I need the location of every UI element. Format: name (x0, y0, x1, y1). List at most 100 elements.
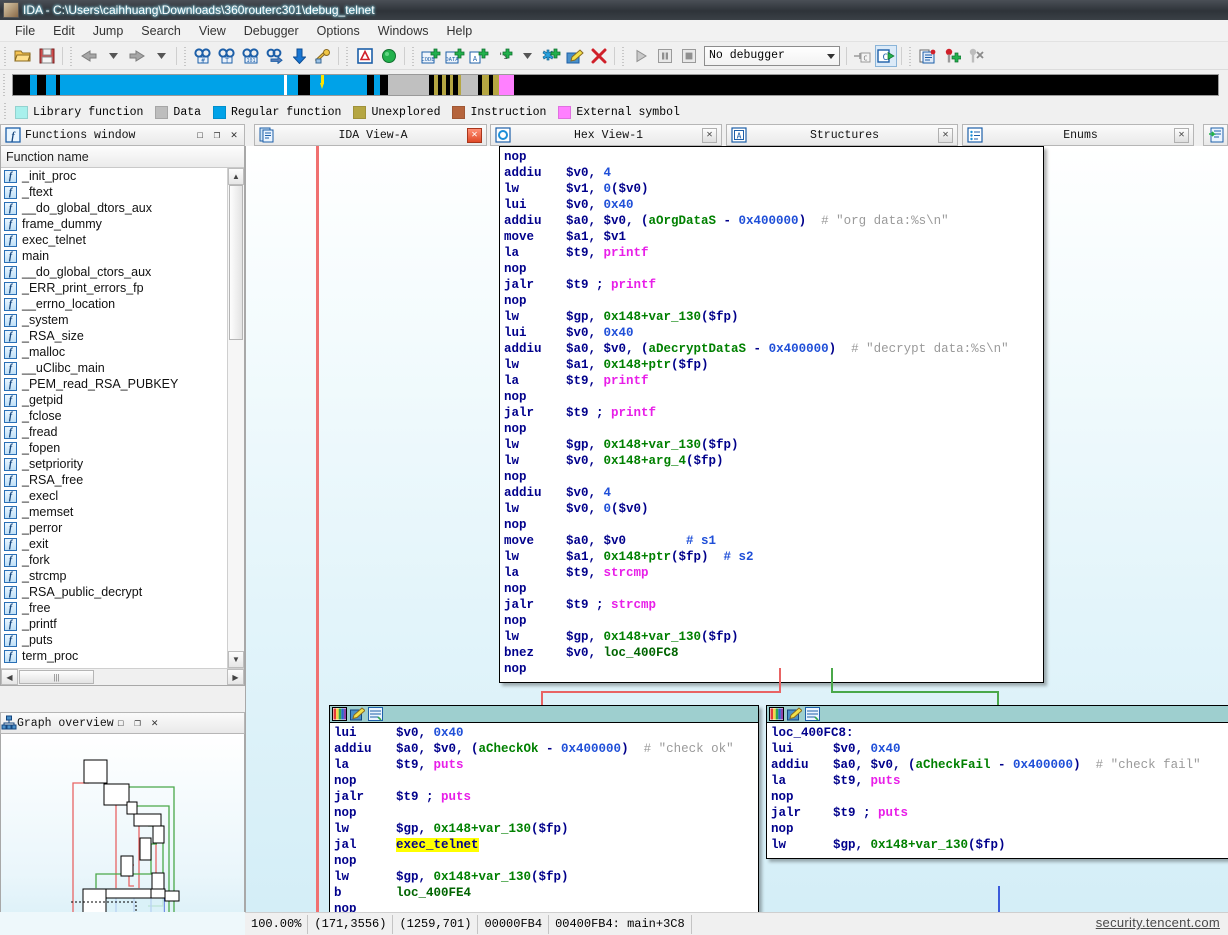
function-list-item[interactable]: f_RSA_free (1, 472, 229, 488)
function-list-item[interactable]: f_setpriority (1, 456, 229, 472)
delete-icon[interactable] (588, 45, 610, 67)
node-titlebar-check-ok[interactable] (330, 706, 758, 723)
run-to-cursor-icon[interactable]: C (875, 45, 897, 67)
tab-hex-view-1[interactable]: Hex View-1 ✕ (490, 124, 722, 146)
close-icon[interactable]: ✕ (702, 128, 717, 143)
function-list-item[interactable]: f_fork (1, 552, 229, 568)
function-list-item[interactable]: f_free (1, 600, 229, 616)
panel-header-functions[interactable]: f Functions window ☐ ❐ ✕ (0, 124, 245, 146)
make-ascii-icon[interactable]: A (468, 45, 490, 67)
function-list-item[interactable]: f_printf (1, 616, 229, 632)
function-list-item[interactable]: f_perror (1, 520, 229, 536)
close-icon[interactable]: ✕ (467, 128, 482, 143)
green-circle-icon[interactable] (378, 45, 400, 67)
menu-item-search[interactable]: Search (132, 22, 190, 40)
menu-item-windows[interactable]: Windows (369, 22, 438, 40)
function-list-item[interactable]: f_fread (1, 424, 229, 440)
make-data-icon[interactable]: DATA (444, 45, 466, 67)
delete-breakpoint-icon[interactable] (965, 45, 987, 67)
search-text-icon[interactable]: T (216, 45, 238, 67)
alert-icon[interactable] (354, 45, 376, 67)
close-icon[interactable]: ✕ (148, 716, 162, 730)
function-list-item[interactable]: f_RSA_size (1, 328, 229, 344)
color-palette-icon[interactable] (332, 707, 347, 721)
navigate-back-icon[interactable] (78, 45, 100, 67)
function-list-item[interactable]: f_fclose (1, 408, 229, 424)
legend-grip[interactable] (4, 103, 11, 121)
menu-item-debugger[interactable]: Debugger (235, 22, 308, 40)
graph-node-check-fail-block[interactable]: loc_400FC8:lui$v0, 0x40addiu$a0, $v0, (a… (766, 705, 1228, 859)
function-list-item[interactable]: fmain (1, 248, 229, 264)
vscroll-thumb[interactable] (229, 185, 243, 340)
function-list-item[interactable]: f_PEM_read_RSA_PUBKEY (1, 376, 229, 392)
scroll-left-arrow[interactable]: ◀ (1, 669, 18, 685)
function-list-item[interactable]: f_memset (1, 504, 229, 520)
edit-node-icon[interactable] (787, 707, 802, 721)
search-binary-icon[interactable]: 101 (240, 45, 262, 67)
function-list-item[interactable]: f_exit (1, 536, 229, 552)
toolbar-grip-6[interactable] (620, 45, 627, 67)
function-list-item[interactable]: fexec_telnet (1, 232, 229, 248)
key-icon[interactable] (312, 45, 334, 67)
function-list-item[interactable]: f__do_global_dtors_aux (1, 200, 229, 216)
functions-horizontal-scrollbar[interactable]: ◀ ||| ▶ (1, 668, 244, 685)
string-dropdown-icon[interactable] (516, 45, 538, 67)
scroll-up-arrow[interactable]: ▲ (228, 168, 244, 185)
debugger-select[interactable]: No debugger (704, 46, 840, 66)
function-list-item[interactable]: f_system (1, 312, 229, 328)
function-list-item[interactable]: f_getpid (1, 392, 229, 408)
restore-icon[interactable]: ❐ (210, 128, 224, 142)
restore-icon[interactable]: ❐ (131, 716, 145, 730)
tab-enums[interactable]: Enums ✕ (962, 124, 1194, 146)
open-file-icon[interactable] (12, 45, 34, 67)
toolbar-grip-4[interactable] (344, 45, 351, 67)
function-list-item[interactable]: f__uClibc_main (1, 360, 229, 376)
scroll-right-arrow[interactable]: ▶ (227, 669, 244, 685)
breakpoint-list-icon[interactable] (917, 45, 939, 67)
step-over-source-icon[interactable]: C (851, 45, 873, 67)
function-list-item[interactable]: f_RSA_public_decrypt (1, 584, 229, 600)
add-breakpoint-icon[interactable] (941, 45, 963, 67)
navigation-strip[interactable] (12, 74, 1219, 96)
run-icon[interactable] (630, 45, 652, 67)
tab-ida-view-a[interactable]: IDA View-A ✕ (254, 124, 487, 146)
toolbar-grip-5[interactable] (410, 45, 417, 67)
functions-vertical-scrollbar[interactable]: ▲ ▼ (227, 168, 244, 668)
rename-icon[interactable] (564, 45, 586, 67)
function-list-item[interactable]: f_ERR_print_errors_fp (1, 280, 229, 296)
menu-item-jump[interactable]: Jump (84, 22, 133, 40)
toolbar-grip-3[interactable] (182, 45, 189, 67)
close-icon[interactable]: ✕ (1174, 128, 1189, 143)
search-hash-icon[interactable]: # (192, 45, 214, 67)
menu-item-file[interactable]: File (6, 22, 44, 40)
graph-overview-canvas[interactable] (0, 734, 245, 935)
close-icon[interactable]: ✕ (938, 128, 953, 143)
navband-grip[interactable] (3, 74, 10, 96)
make-unexplored-icon[interactable] (540, 45, 562, 67)
navband-cursor[interactable] (320, 74, 325, 96)
hscroll-thumb[interactable]: ||| (19, 670, 94, 684)
color-palette-icon[interactable] (769, 707, 784, 721)
edit-node-icon[interactable] (350, 707, 365, 721)
function-list-item[interactable]: f_malloc (1, 344, 229, 360)
close-icon[interactable]: ✕ (227, 128, 241, 142)
scroll-down-arrow[interactable]: ▼ (228, 651, 244, 668)
make-code-icon[interactable]: CODE (420, 45, 442, 67)
back-dropdown-icon[interactable] (102, 45, 124, 67)
tab-imports[interactable] (1203, 124, 1228, 146)
function-list-item[interactable]: f_ftext (1, 184, 229, 200)
function-list-item[interactable]: f_strcmp (1, 568, 229, 584)
function-list-item[interactable]: f__do_global_ctors_aux (1, 264, 229, 280)
forward-dropdown-icon[interactable] (150, 45, 172, 67)
node-properties-icon[interactable] (368, 707, 383, 721)
menu-item-help[interactable]: Help (437, 22, 481, 40)
pause-icon[interactable] (654, 45, 676, 67)
toolbar-grip[interactable] (2, 45, 9, 67)
graph-overview-header[interactable]: Graph overview ☐ ❐ ✕ (0, 712, 245, 734)
maximize-icon[interactable]: ☐ (114, 716, 128, 730)
function-list-item[interactable]: f__errno_location (1, 296, 229, 312)
node-properties-icon[interactable] (805, 707, 820, 721)
menu-item-edit[interactable]: Edit (44, 22, 84, 40)
function-list-item[interactable]: f_fopen (1, 440, 229, 456)
toolbar-grip-2[interactable] (68, 45, 75, 67)
